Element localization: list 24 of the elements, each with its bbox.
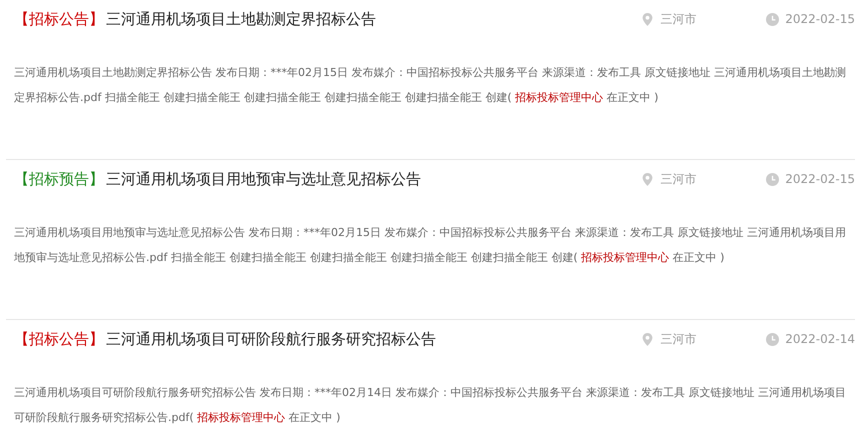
notice-summary: 三河通用机场项目可研阶段航行服务研究招标公告 发布日期：***年02月14日 发布媒介：中国招标投标公共服务平台 来源渠道：发布工具 原文链接地址 三河通用机场项目可研阶段航行服务研究招标公告.pdf( 招标投标管理中心 在正文中 ) [14, 385, 847, 426]
notice-title[interactable]: 三河通用机场项目土地勘测定界招标公告 [106, 10, 642, 28]
source-link[interactable]: 招标投标管理中心 [581, 251, 670, 264]
notice-summary: 三河通用机场项目用地预审与选址意见招标公告 发布日期：***年02月15日 发布媒介：中国招标投标公共服务平台 来源渠道：发布工具 原文链接地址 三河通用机场项目用地预审与选址意见招标公告.pdf 扫描全能王 创建扫描全能王 创建扫描全能王 创建扫描全能王 创建扫描全能王 创建( 招标投标管理中心 在正文中 ) [14, 225, 847, 266]
clock-icon [766, 332, 780, 346]
clock-icon [766, 12, 780, 26]
location-text: 三河市 [660, 10, 698, 28]
source-link[interactable]: 招标投标管理中心 [197, 411, 286, 424]
source-link[interactable]: 招标投标管理中心 [515, 91, 604, 104]
location-pin-icon [641, 172, 654, 186]
location-text: 三河市 [660, 170, 698, 188]
location-pin-icon [641, 332, 654, 346]
category-tag: 【招标公告】 [14, 10, 104, 28]
clock-icon [766, 172, 780, 186]
category-tag: 【招标公告】 [14, 330, 104, 348]
notice-summary: 三河通用机场项目土地勘测定界招标公告 发布日期：***年02月15日 发布媒介：中国招标投标公共服务平台 来源渠道：发布工具 原文链接地址 三河通用机场项目土地勘测定界招标公告.pdf 扫描全能王 创建扫描全能王 创建扫描全能王 创建扫描全能王 创建扫描全能王 创建( 招标投标管理中心 在正文中 ) [14, 65, 847, 106]
location-text: 三河市 [660, 330, 698, 348]
date-text: 2022-02-14 [785, 332, 855, 346]
date-text: 2022-02-15 [785, 172, 855, 186]
date-text: 2022-02-15 [785, 12, 855, 26]
location-pin-icon [641, 12, 654, 26]
notice-title[interactable]: 三河通用机场项目用地预审与选址意见招标公告 [106, 170, 642, 188]
notice-title[interactable]: 三河通用机场项目可研阶段航行服务研究招标公告 [106, 330, 642, 348]
category-tag: 【招标预告】 [14, 170, 104, 188]
